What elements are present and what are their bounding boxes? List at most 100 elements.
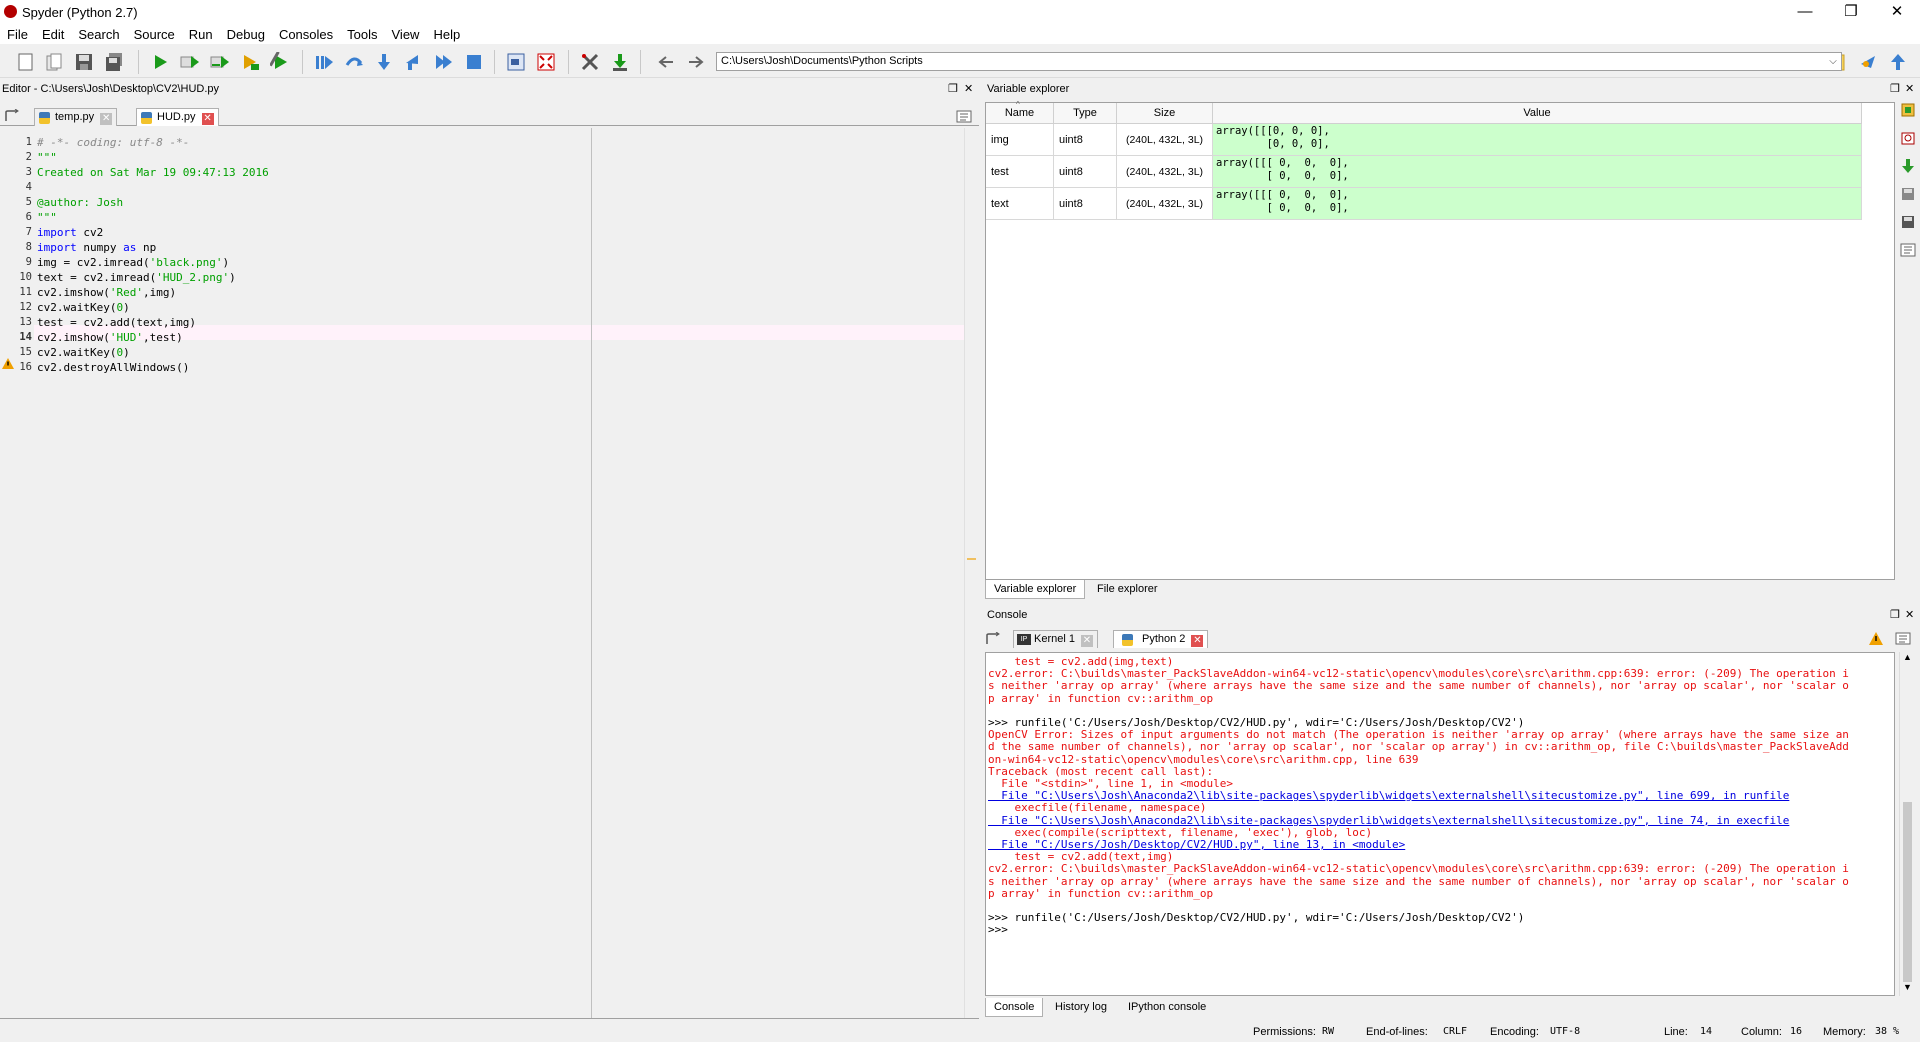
pythonpath-manager-icon[interactable] <box>610 52 630 72</box>
menu-edit[interactable]: Edit <box>35 26 71 44</box>
save-all-icon[interactable] <box>104 52 124 72</box>
continue-icon[interactable] <box>434 52 454 72</box>
var-value[interactable]: array([[[ 0, 0, 0], [ 0, 0, 0], <box>1212 155 1862 188</box>
parent-directory-icon[interactable] <box>1888 52 1908 72</box>
close-tab-icon[interactable]: ✕ <box>1191 635 1204 647</box>
close-window-button[interactable]: ✕ <box>1874 0 1920 26</box>
save-data-icon[interactable] <box>1900 186 1916 202</box>
save-icon[interactable] <box>74 52 94 72</box>
tab-file-explorer[interactable]: File explorer <box>1089 580 1166 598</box>
code-line[interactable]: # -*- coding: utf-8 -*- <box>37 135 189 150</box>
run-cell-icon[interactable] <box>180 52 200 72</box>
code-line[interactable]: """ <box>37 150 57 165</box>
column-header-type[interactable]: Type <box>1053 103 1117 124</box>
table-row[interactable]: test uint8 (240L, 432L, 3L) array([[[ 0,… <box>986 155 1862 188</box>
scroll-down-icon[interactable]: ▼ <box>1902 982 1913 994</box>
code-line[interactable]: img = cv2.imread('black.png') <box>37 255 229 270</box>
close-tab-icon[interactable]: ✕ <box>1080 635 1093 647</box>
scroll-up-icon[interactable]: ▲ <box>1902 652 1913 664</box>
scrollbar-thumb[interactable] <box>1903 802 1912 982</box>
line-number: 10 <box>19 271 32 283</box>
tab-variable-explorer[interactable]: Variable explorer <box>985 580 1086 599</box>
code-editor[interactable]: # -*- coding: utf-8 -*- """ Created on Sat… <box>34 128 979 1018</box>
save-data-as-icon[interactable] <box>1900 214 1916 230</box>
set-working-directory-icon[interactable] <box>1858 52 1878 72</box>
menu-run[interactable]: Run <box>182 26 220 44</box>
minimize-button[interactable]: — <box>1782 0 1828 26</box>
preferences-icon[interactable] <box>580 52 600 72</box>
close-tab-icon[interactable]: ✕ <box>201 113 214 125</box>
close-tab-icon[interactable]: ✕ <box>100 113 113 125</box>
editor-scrollbar[interactable] <box>964 128 979 1018</box>
close-pane-icon[interactable]: ✕ <box>964 82 973 96</box>
code-line[interactable]: cv2.destroyAllWindows() <box>37 360 189 375</box>
run-cell-advance-icon[interactable] <box>210 52 230 72</box>
working-directory-combobox[interactable]: C:\Users\Josh\Documents\Python Scripts ⌵ <box>716 52 1842 71</box>
column-header-size[interactable]: Size <box>1116 103 1213 124</box>
menu-debug[interactable]: Debug <box>220 26 272 44</box>
forward-arrow-icon[interactable] <box>686 52 706 72</box>
warning-icon[interactable] <box>1869 632 1883 645</box>
code-line[interactable]: @author: Josh <box>37 195 123 210</box>
tab-temp-py[interactable]: temp.py ✕ <box>34 108 118 126</box>
browse-tabs-icon[interactable] <box>4 109 20 123</box>
table-row[interactable]: img uint8 (240L, 432L, 3L) array([[[0, 0… <box>986 123 1862 156</box>
code-line[interactable]: text = cv2.imread('HUD_2.png') <box>37 270 236 285</box>
stop-debug-icon[interactable] <box>464 52 484 72</box>
var-value[interactable]: array([[[ 0, 0, 0], [ 0, 0, 0], <box>1212 187 1862 220</box>
tab-ipython-console[interactable]: IPython console <box>1120 998 1214 1016</box>
menu-source[interactable]: Source <box>127 26 182 44</box>
debug-icon[interactable] <box>314 52 334 72</box>
code-line[interactable]: cv2.waitKey(0) <box>37 300 130 315</box>
step-icon[interactable] <box>344 52 364 72</box>
code-line[interactable]: Created on Sat Mar 19 09:47:13 2016 <box>37 165 269 180</box>
code-line[interactable]: """ <box>37 210 57 225</box>
menu-help[interactable]: Help <box>426 26 467 44</box>
code-line[interactable]: import numpy as np <box>37 240 156 255</box>
menu-search[interactable]: Search <box>71 26 126 44</box>
undock-icon[interactable]: ❐ <box>1890 82 1900 96</box>
step-return-icon[interactable] <box>404 52 424 72</box>
menu-view[interactable]: View <box>385 26 427 44</box>
new-file-icon[interactable] <box>16 52 36 72</box>
options-menu-icon[interactable] <box>1900 242 1916 258</box>
step-into-icon[interactable] <box>374 52 394 72</box>
close-pane-icon[interactable]: ✕ <box>1905 608 1914 622</box>
console-scrollbar[interactable]: ▲ ▼ <box>1899 652 1915 996</box>
tab-console[interactable]: Console <box>985 998 1044 1017</box>
code-line[interactable]: cv2.waitKey(0) <box>37 345 130 360</box>
fullscreen-icon[interactable] <box>536 52 556 72</box>
menu-consoles[interactable]: Consoles <box>272 26 340 44</box>
chevron-down-icon[interactable]: ⌵ <box>1825 53 1841 70</box>
options-menu-icon[interactable] <box>956 110 972 123</box>
undock-icon[interactable]: ❐ <box>1890 608 1900 622</box>
run-selection-icon[interactable] <box>240 52 260 72</box>
run-settings-icon[interactable] <box>270 52 290 72</box>
tab-hud-py[interactable]: HUD.py ✕ <box>136 108 219 126</box>
code-line[interactable]: cv2.imshow('HUD',test) <box>37 330 183 345</box>
browse-tabs-icon[interactable] <box>985 632 1001 646</box>
open-file-icon[interactable] <box>44 52 64 72</box>
column-header-value[interactable]: Value <box>1212 103 1862 124</box>
tab-kernel-1[interactable]: IP Kernel 1 ✕ <box>1013 630 1098 648</box>
tab-history-log[interactable]: History log <box>1047 998 1115 1016</box>
code-line[interactable]: cv2.imshow('Red',img) <box>37 285 176 300</box>
menu-file[interactable]: File <box>0 26 35 44</box>
code-line[interactable]: test = cv2.add(text,img) <box>37 315 196 330</box>
close-pane-icon[interactable]: ✕ <box>1905 82 1914 96</box>
maximize-pane-icon[interactable] <box>506 52 526 72</box>
console-output[interactable]: test = cv2.add(img,text) cv2.error: C:\bu… <box>985 652 1895 996</box>
menu-tools[interactable]: Tools <box>340 26 384 44</box>
options-menu-icon[interactable] <box>1895 632 1911 645</box>
refresh-icon[interactable] <box>1900 130 1916 146</box>
table-row[interactable]: text uint8 (240L, 432L, 3L) array([[[ 0,… <box>986 187 1862 220</box>
tab-python-2[interactable]: Python 2 ✕ <box>1113 630 1209 648</box>
undock-icon[interactable]: ❐ <box>948 82 958 96</box>
var-value[interactable]: array([[[0, 0, 0], [0, 0, 0], <box>1212 123 1862 156</box>
restore-button[interactable]: ❐ <box>1828 0 1874 26</box>
code-line[interactable]: import cv2 <box>37 225 103 240</box>
run-icon[interactable] <box>150 52 170 72</box>
download-icon[interactable] <box>1900 158 1916 174</box>
back-arrow-icon[interactable] <box>656 52 676 72</box>
import-data-icon[interactable] <box>1900 102 1916 118</box>
